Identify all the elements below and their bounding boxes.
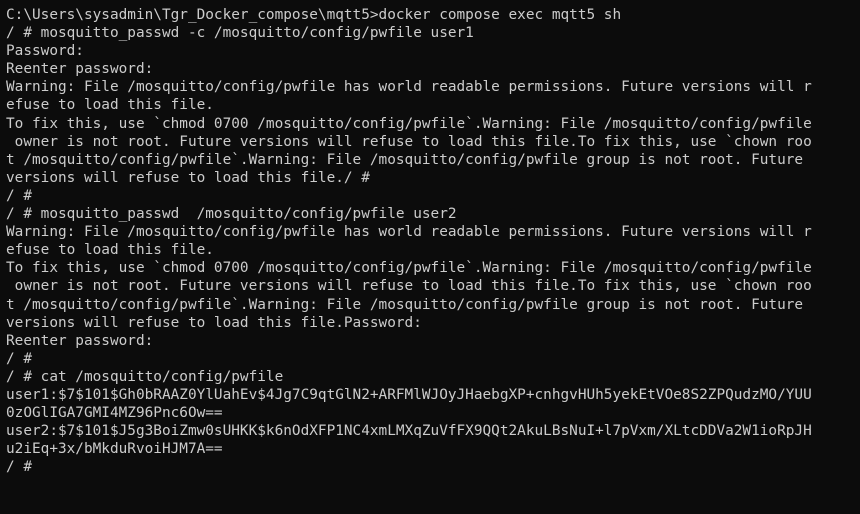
- terminal-line: user2:$7$101$J5g3BoiZmw0sUHKK$k6nOdXFP1N…: [6, 423, 812, 440]
- terminal-line: Reenter password:: [6, 332, 154, 349]
- terminal-line: / # cat /mosquitto/config/pwfile: [6, 368, 284, 385]
- terminal-line: 0zOGlIGA7GMI4MZ96Pnc6Ow==: [6, 405, 223, 422]
- terminal-line: Password:: [6, 43, 84, 60]
- terminal-line: owner is not root. Future versions will …: [6, 133, 812, 150]
- terminal-line: versions will refuse to load this file./…: [6, 169, 370, 186]
- terminal-line: / #: [6, 350, 32, 367]
- terminal-line: owner is not root. Future versions will …: [6, 278, 812, 295]
- terminal-line: efuse to load this file.: [6, 242, 214, 259]
- terminal-line: / #: [6, 459, 32, 476]
- terminal-line: Reenter password:: [6, 61, 154, 78]
- terminal-line: To fix this, use `chmod 0700 /mosquitto/…: [6, 260, 812, 277]
- terminal-line: efuse to load this file.: [6, 97, 214, 114]
- terminal-line: Warning: File /mosquitto/config/pwfile h…: [6, 79, 812, 96]
- terminal-line: user1:$7$101$Gh0bRAAZ0YlUahEv$4Jg7C9qtGl…: [6, 386, 812, 403]
- terminal-line: u2iEq+3x/bMkduRvoiHJM7A==: [6, 441, 223, 458]
- terminal-line: versions will refuse to load this file.P…: [6, 314, 422, 331]
- terminal-line: t /mosquitto/config/pwfile`.Warning: Fil…: [6, 151, 804, 168]
- terminal-window[interactable]: C:\Users\sysadmin\Tgr_Docker_compose\mqt…: [0, 0, 860, 514]
- terminal-line: To fix this, use `chmod 0700 /mosquitto/…: [6, 115, 812, 132]
- terminal-line: C:\Users\sysadmin\Tgr_Docker_compose\mqt…: [6, 7, 622, 23]
- terminal-line: / # mosquitto_passwd -c /mosquitto/confi…: [6, 25, 474, 42]
- terminal-line: t /mosquitto/config/pwfile`.Warning: Fil…: [6, 296, 804, 313]
- terminal-line: / #: [6, 187, 32, 204]
- terminal-line: Warning: File /mosquitto/config/pwfile h…: [6, 224, 812, 241]
- terminal-line: / # mosquitto_passwd /mosquitto/config/p…: [6, 206, 457, 223]
- terminal-output[interactable]: C:\Users\sysadmin\Tgr_Docker_compose\mqt…: [6, 6, 860, 476]
